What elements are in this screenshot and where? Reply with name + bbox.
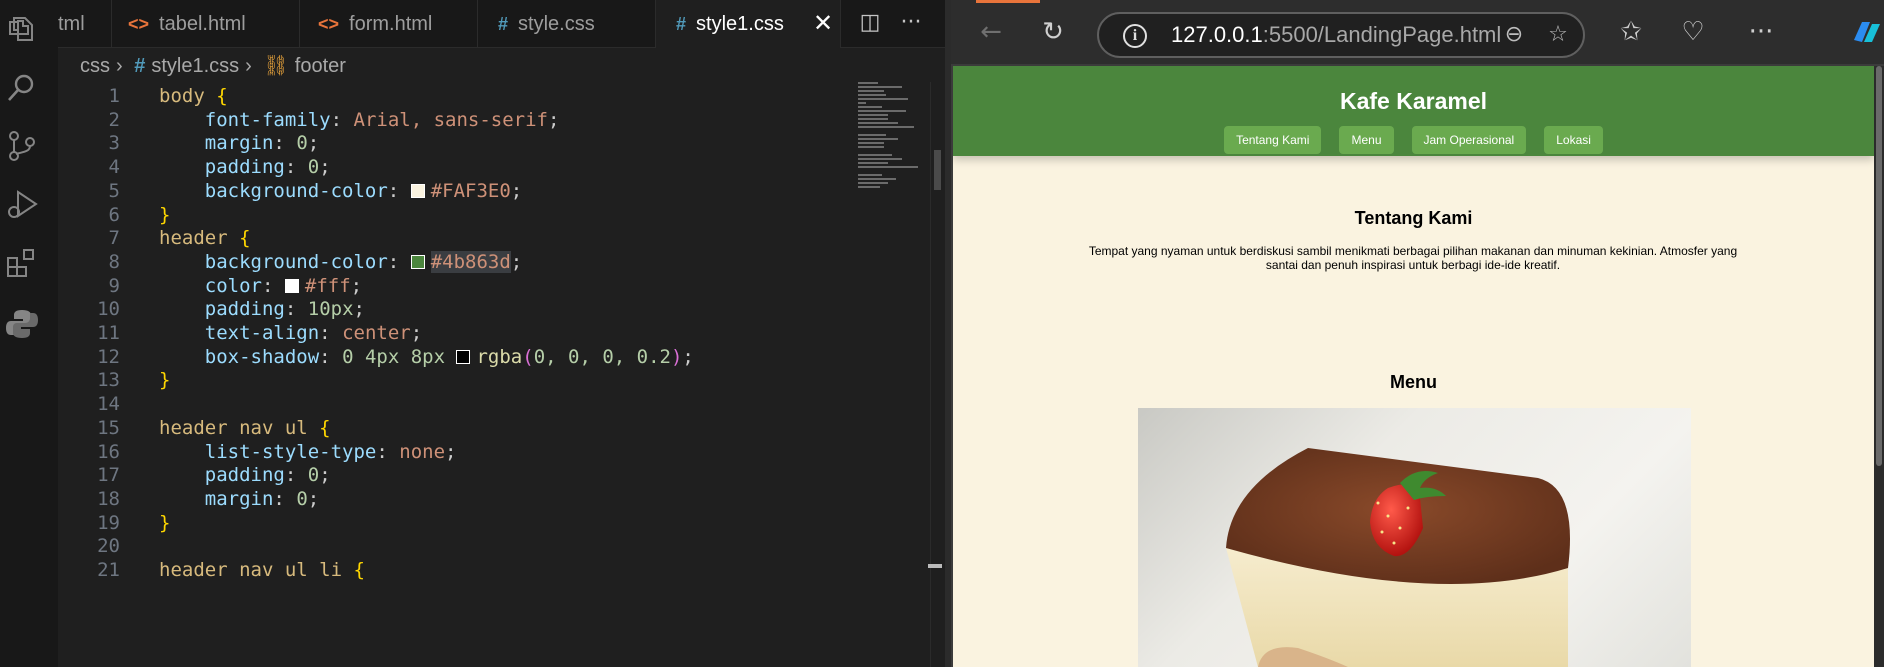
css-file-icon: # [134,55,146,77]
zoom-out-icon[interactable]: ⊖ [1499,20,1529,50]
run-debug-icon[interactable] [4,186,40,222]
browser-scroll-thumb[interactable] [1876,66,1882,466]
scroll-position-marker [928,564,942,568]
tab-tabel-html[interactable]: <> tabel.html [112,0,300,48]
tab-indicator [976,0,1040,3]
html-file-icon: <> [318,14,340,34]
breadcrumb-file[interactable]: style1.css [151,55,239,77]
color-swatch[interactable] [410,183,425,198]
split-editor-icon[interactable]: ◫ [855,8,885,38]
tab-label: form.html [349,13,433,35]
vscode-window: tml <> tabel.html <> form.html # style.css … [0,0,945,667]
menu-heading: Menu [1390,372,1437,392]
tab-label: style1.css [696,13,784,35]
activity-bar [0,0,58,667]
browser-essentials-icon[interactable]: ♡ [1675,14,1711,50]
breadcrumb-folder[interactable]: css [80,55,110,77]
color-swatch[interactable] [410,254,425,269]
tiramisu-cake-illustration [1226,448,1570,667]
favorite-star-icon[interactable]: ☆ [1543,20,1573,50]
tab-label: tabel.html [159,13,246,35]
chevron-right-icon: › [116,55,123,77]
menu-image [1138,408,1691,667]
tab-label: tml [58,13,85,35]
extensions-icon[interactable] [4,246,40,282]
code-editor[interactable]: 1 body { 2 font-family: Arial, sans-serif… [58,82,858,667]
symbol-class-icon: ⛓ [263,55,289,77]
python-icon[interactable] [4,306,40,342]
chevron-right-icon: › [245,55,252,77]
info-icon[interactable]: i [1123,24,1147,48]
more-actions-icon[interactable]: ··· [896,8,926,38]
settings-more-icon[interactable]: ··· [1743,14,1779,50]
tab-form-html[interactable]: <> form.html [300,0,478,48]
color-swatch[interactable] [456,349,471,364]
minimap[interactable] [858,80,928,200]
tab-partial-html[interactable]: tml [58,0,112,48]
nav-jam-operasional[interactable]: Jam Operasional [1411,126,1527,154]
reload-icon[interactable]: ↻ [1035,14,1071,50]
address-bar[interactable]: i 127.0.0.1:5500/LandingPage.html ⊖ ☆ [1097,12,1585,58]
site-header: Kafe Karamel Tentang Kami Menu Jam Operasi… [953,66,1874,156]
tab-style-css[interactable]: # style.css [478,0,656,48]
tab-label: style.css [518,13,595,35]
site-title: Kafe Karamel [1339,88,1488,114]
about-heading: Tentang Kami [1354,208,1473,228]
favorites-icon[interactable]: ✩ [1613,14,1649,50]
explorer-icon[interactable] [4,12,40,48]
browser-toolbar: ← ↻ i 127.0.0.1:5500/LandingPage.html ⊖ … [951,0,1884,64]
url-text[interactable]: 127.0.0.1:5500/LandingPage.html [1171,14,1501,56]
about-paragraph: Tempat yang nyaman untuk berdiskusi samb… [1088,244,1738,272]
source-control-icon[interactable] [4,128,40,164]
web-page: Kafe Karamel Tentang Kami Menu Jam Operasi… [953,66,1874,667]
color-swatch[interactable] [284,278,299,293]
nav-tentang-kami[interactable]: Tentang Kami [1224,126,1322,154]
editor-tab-bar: tml <> tabel.html <> form.html # style.css … [58,0,945,48]
editor-scroll-thumb[interactable] [934,150,941,190]
css-file-icon: # [498,14,509,34]
code-line: 21 header nav ul li { [97,559,365,581]
html-file-icon: <> [128,14,150,34]
site-nav: Tentang Kami Menu Jam Operasional Lokasi [953,126,1874,154]
close-tab-icon[interactable]: ✕ [810,10,836,36]
nav-lokasi[interactable]: Lokasi [1544,126,1603,154]
browser-window: ← ↻ i 127.0.0.1:5500/LandingPage.html ⊖ … [951,0,1884,667]
search-icon[interactable] [4,70,40,106]
css-file-icon: # [676,14,687,34]
copilot-icon[interactable] [1850,18,1880,46]
back-icon[interactable]: ← [973,14,1009,50]
breadcrumb: css › # style1.css › ⛓ footer [80,52,352,80]
breadcrumb-symbol[interactable]: footer [295,55,346,77]
nav-menu[interactable]: Menu [1339,126,1394,154]
